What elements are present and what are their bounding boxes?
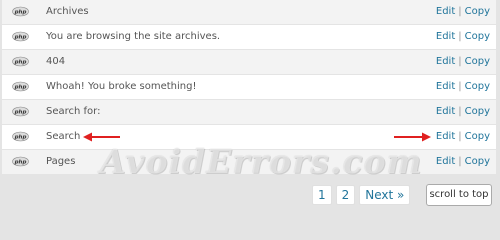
separator: | <box>458 131 462 142</box>
row-actions: Edit | Copy <box>436 31 490 42</box>
list-item: php You are browsing the site archives. … <box>2 25 496 49</box>
template-list: php Archives Edit | Copy php You are brows… <box>2 0 496 175</box>
list-item: php 404 Edit | Copy <box>2 50 496 74</box>
list-item: php Pages Edit | Copy <box>2 150 496 174</box>
template-label: Search <box>46 131 81 142</box>
separator: | <box>458 156 462 167</box>
row-actions: Edit | Copy <box>436 156 490 167</box>
list-item: php Search Edit | Copy <box>2 125 496 149</box>
template-label: 404 <box>46 56 66 67</box>
separator: | <box>458 31 462 42</box>
template-label: Whoah! You broke something! <box>46 81 197 92</box>
page-2-button[interactable]: 2 <box>335 185 356 205</box>
php-icon-text: php <box>14 134 27 140</box>
template-list-panel: php Archives Edit | Copy php You are brows… <box>0 0 500 212</box>
php-file-icon: php <box>12 81 29 92</box>
edit-link[interactable]: Edit <box>436 6 455 17</box>
separator: | <box>458 81 462 92</box>
separator: | <box>458 6 462 17</box>
next-page-button[interactable]: Next » <box>359 185 411 205</box>
copy-link[interactable]: Copy <box>465 81 490 92</box>
row-actions: Edit | Copy <box>436 131 490 142</box>
template-label: Archives <box>46 6 89 17</box>
php-icon-text: php <box>14 34 27 40</box>
php-file-icon: php <box>12 31 29 42</box>
separator: | <box>458 106 462 117</box>
row-actions: Edit | Copy <box>436 81 490 92</box>
edit-link[interactable]: Edit <box>436 31 455 42</box>
right-pointing-arrow-icon <box>394 132 431 142</box>
copy-link[interactable]: Copy <box>465 6 490 17</box>
copy-link[interactable]: Copy <box>465 131 490 142</box>
edit-link[interactable]: Edit <box>436 156 455 167</box>
copy-link[interactable]: Copy <box>465 106 490 117</box>
php-icon-text: php <box>14 59 27 65</box>
php-file-icon: php <box>12 6 29 17</box>
php-icon-text: php <box>14 84 27 90</box>
edit-link[interactable]: Edit <box>436 131 455 142</box>
list-item: php Whoah! You broke something! Edit | Cop… <box>2 75 496 99</box>
edit-link[interactable]: Edit <box>436 106 455 117</box>
copy-link[interactable]: Copy <box>465 31 490 42</box>
list-item: php Search for: Edit | Copy <box>2 100 496 124</box>
php-icon-text: php <box>14 9 27 15</box>
php-file-icon: php <box>12 156 29 167</box>
php-file-icon: php <box>12 106 29 117</box>
php-icon-text: php <box>14 159 27 165</box>
separator: | <box>458 56 462 67</box>
edit-link[interactable]: Edit <box>436 56 455 67</box>
template-label: Pages <box>46 156 76 167</box>
pagination: 1 2 Next » <box>312 185 411 205</box>
copy-link[interactable]: Copy <box>465 56 490 67</box>
php-file-icon: php <box>12 131 29 142</box>
php-icon-text: php <box>14 109 27 115</box>
row-actions: Edit | Copy <box>436 6 490 17</box>
page-1-button[interactable]: 1 <box>312 185 332 205</box>
edit-link[interactable]: Edit <box>436 81 455 92</box>
list-item: php Archives Edit | Copy <box>2 0 496 24</box>
row-actions: Edit | Copy <box>436 56 490 67</box>
scroll-to-top-button[interactable]: scroll to top <box>426 184 492 206</box>
left-pointing-arrow-icon <box>83 132 120 142</box>
php-file-icon: php <box>12 56 29 67</box>
copy-link[interactable]: Copy <box>465 156 490 167</box>
template-label: You are browsing the site archives. <box>46 31 221 42</box>
row-actions: Edit | Copy <box>436 106 490 117</box>
template-label: Search for: <box>46 106 101 117</box>
